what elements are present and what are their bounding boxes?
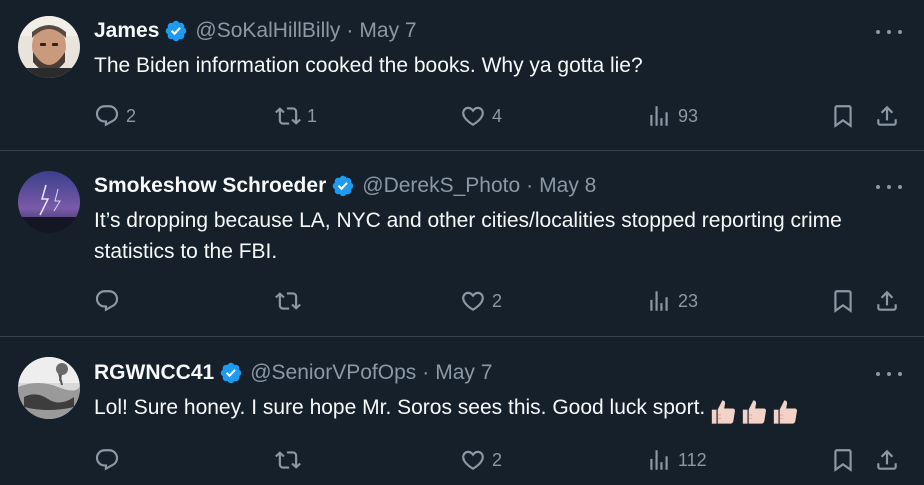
share-button[interactable] (874, 101, 900, 131)
bookmark-icon (834, 105, 852, 128)
tweet-text: Lol! Sure honey. I sure hope Mr. Soros s… (94, 392, 904, 427)
tweet-header: James @SoKalHillBilly · May 7 (94, 17, 864, 45)
reply-icon (95, 105, 119, 127)
separator-dot: · (422, 361, 430, 384)
tweet[interactable]: RGWNCC41 @SeniorVPofOps · May 7 Lol! Sur… (0, 337, 924, 485)
action-bar: 2 1 4 93 (94, 101, 906, 131)
like-icon (462, 106, 484, 126)
like-count: 4 (492, 105, 503, 126)
more-icon[interactable] (876, 370, 902, 378)
avatar[interactable] (18, 357, 80, 419)
bookmark-icon (834, 290, 852, 313)
tweet-text-content: It’s dropping because LA, NYC and other … (94, 209, 842, 263)
tweet-text-content: Lol! Sure honey. I sure hope Mr. Soros s… (94, 396, 706, 419)
reply-icon (95, 449, 119, 471)
like-button[interactable]: 2 (460, 445, 502, 475)
like-icon (462, 291, 484, 311)
views-count: 23 (678, 290, 699, 311)
views-count: 112 (678, 449, 707, 470)
views-button[interactable]: 112 (646, 445, 707, 475)
reply-button[interactable] (94, 445, 126, 475)
share-icon (877, 449, 897, 470)
like-icon (462, 450, 484, 470)
avatar[interactable] (18, 16, 80, 78)
verified-badge-icon (220, 362, 242, 384)
views-button[interactable]: 93 (646, 101, 698, 131)
author-name[interactable]: James (94, 19, 159, 43)
views-icon (650, 450, 668, 470)
tweet-header: RGWNCC41 @SeniorVPofOps · May 7 (94, 359, 864, 387)
share-button[interactable] (874, 445, 900, 475)
reply-button[interactable]: 2 (94, 101, 136, 131)
like-count: 2 (492, 290, 503, 311)
retweet-button[interactable]: 1 (275, 101, 317, 131)
retweet-icon (275, 292, 301, 310)
more-icon[interactable] (876, 183, 902, 191)
thumbs-up-icon (712, 400, 736, 425)
bookmark-button[interactable] (830, 286, 856, 316)
bookmark-button[interactable] (830, 445, 856, 475)
retweet-count: 1 (307, 105, 318, 126)
like-button[interactable]: 4 (460, 101, 502, 131)
tweet-text: The Biden information cooked the books. … (94, 50, 904, 81)
avatar[interactable] (18, 171, 80, 233)
verified-badge-icon (166, 20, 187, 42)
separator-dot: · (526, 174, 534, 197)
share-button[interactable] (874, 286, 900, 316)
tweet-header: Smokeshow Schroeder @DerekS_Photo · May … (94, 172, 864, 200)
author-handle[interactable]: @SoKalHillBilly (195, 19, 340, 43)
author-name[interactable]: RGWNCC41 (94, 361, 214, 385)
action-bar: 2 23 (94, 286, 906, 316)
reply-icon (95, 290, 119, 312)
tweet-text-content: The Biden information cooked the books. … (94, 54, 643, 77)
author-handle[interactable]: @DerekS_Photo (362, 174, 520, 198)
bookmark-button[interactable] (830, 101, 856, 131)
reply-button[interactable] (94, 286, 126, 316)
author-handle[interactable]: @SeniorVPofOps (250, 361, 416, 385)
reply-count: 2 (126, 105, 137, 126)
verified-badge-icon (333, 175, 354, 197)
share-icon (877, 105, 897, 126)
tweet[interactable]: James @SoKalHillBilly · May 7 The Biden … (0, 0, 924, 151)
retweet-button[interactable] (275, 445, 307, 475)
thumbs-up-icon (774, 400, 798, 425)
views-count: 93 (678, 105, 699, 126)
like-count: 2 (492, 449, 503, 470)
more-icon[interactable] (876, 28, 902, 36)
thumbs-up-icon (743, 400, 767, 425)
tweet-date[interactable]: May 7 (359, 19, 416, 43)
separator-dot: · (346, 19, 354, 42)
retweet-icon (275, 451, 301, 469)
author-name[interactable]: Smokeshow Schroeder (94, 174, 326, 198)
views-icon (650, 291, 668, 311)
tweet[interactable]: Smokeshow Schroeder @DerekS_Photo · May … (0, 151, 924, 337)
like-button[interactable]: 2 (460, 286, 502, 316)
views-button[interactable]: 23 (646, 286, 698, 316)
retweet-icon (275, 107, 301, 125)
tweet-date[interactable]: May 7 (435, 361, 492, 385)
tweet-date[interactable]: May 8 (539, 174, 596, 198)
action-bar: 2 112 (94, 445, 906, 475)
retweet-button[interactable] (275, 286, 307, 316)
share-icon (877, 290, 897, 311)
bookmark-icon (834, 449, 852, 472)
thumbs-up-emojis (709, 396, 802, 427)
reply-feed: James @SoKalHillBilly · May 7 The Biden … (0, 0, 924, 485)
views-icon (650, 106, 668, 126)
tweet-text: It’s dropping because LA, NYC and other … (94, 205, 904, 267)
